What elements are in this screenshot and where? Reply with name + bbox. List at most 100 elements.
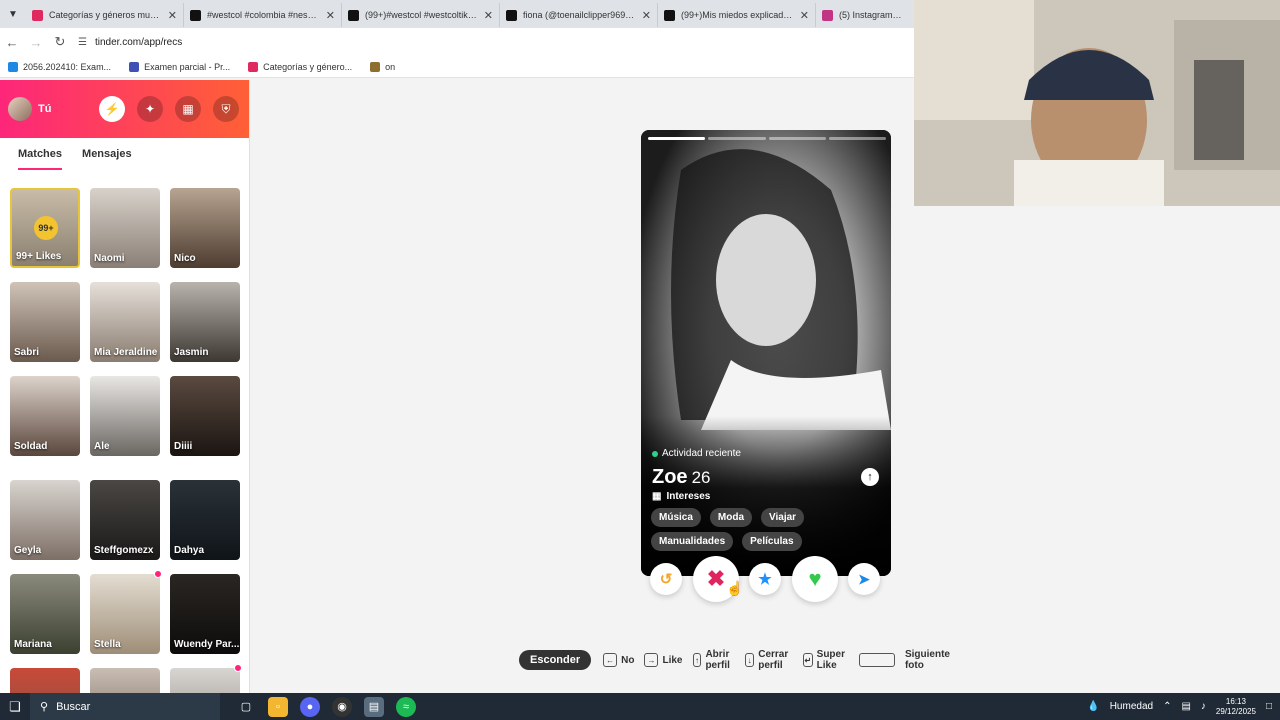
browser-tab[interactable]: fiona (@toenailclipper9696) | TikTok ✕ (500, 3, 658, 27)
send-boost-button[interactable]: ➤ (848, 563, 880, 595)
network-icon[interactable]: ▤ (1181, 701, 1190, 712)
bookmark-label: on (385, 61, 396, 72)
match-card[interactable]: Jasmin (170, 282, 240, 362)
hide-shortcuts-button[interactable]: Esconder (519, 650, 592, 670)
address-bar: ← → ↻ ☰ tinder.com/app/recs (0, 28, 914, 56)
tab-title: (99+)Mis miedos explicados a (681, 10, 794, 20)
close-tab-icon[interactable]: ✕ (168, 9, 177, 22)
close-tab-icon[interactable]: ✕ (800, 9, 809, 22)
notification-icon[interactable]: □ (1266, 701, 1272, 712)
match-card[interactable] (90, 668, 160, 693)
match-name: Stella (94, 639, 121, 650)
match-card[interactable]: Mariana (10, 574, 80, 654)
site-info-icon[interactable]: ☰ (78, 37, 87, 48)
profile-name[interactable]: Tú (38, 103, 51, 115)
match-name: Naomi (94, 253, 125, 264)
super-like-button[interactable]: ★ (749, 563, 781, 595)
bookmarks-bar: 2056.202410: Exam... Examen parcial - Pr… (0, 56, 914, 78)
match-card[interactable]: Dahya (170, 480, 240, 560)
match-card[interactable]: Geyla (10, 480, 80, 560)
match-name: Diiii (174, 441, 193, 452)
discord-icon[interactable]: ● (300, 696, 320, 717)
match-card[interactable]: Soldad (10, 376, 80, 456)
close-tab-icon[interactable]: ✕ (484, 9, 493, 22)
briefcase-icon[interactable]: ▦ (175, 96, 201, 122)
match-card[interactable] (170, 664, 242, 693)
search-placeholder: Buscar (56, 700, 91, 713)
tab-search-icon[interactable]: ▼ (0, 0, 26, 28)
volume-icon[interactable]: ♪ (1201, 701, 1206, 712)
match-card[interactable]: Stella (90, 570, 162, 654)
bookmark-icon (370, 61, 381, 72)
boost-lightning-icon[interactable]: ⚡ (99, 96, 125, 122)
browser-tab[interactable]: (5) Instagram • Mensajes (816, 3, 910, 27)
match-name: Mariana (14, 639, 52, 650)
close-tab-icon[interactable]: ✕ (326, 9, 335, 22)
interest-chip: Viajar (761, 508, 805, 527)
file-explorer-icon[interactable]: ▫ (268, 696, 288, 717)
match-card[interactable]: Diiii (170, 376, 240, 456)
like-button[interactable]: ♥ (792, 556, 838, 602)
tiktok-favicon (348, 9, 359, 21)
match-card[interactable]: Mia Jeraldine (90, 282, 160, 362)
profile-name-line: Zoe 26 (652, 466, 710, 489)
photo-bar[interactable] (648, 137, 706, 140)
bookmark-label: Examen parcial - Pr... (144, 61, 231, 72)
photo-bar[interactable] (708, 137, 766, 140)
interest-chip: Manualidades (651, 532, 734, 551)
profile-card[interactable]: Actividad reciente Zoe 26 ↑ ▦ Intereses Mú… (641, 130, 891, 576)
rewind-icon: ↺ (659, 571, 673, 588)
system-tray: 💧 Humedad ⌃ ▤ ♪ 16:13 29/12/2025 □ (1087, 697, 1280, 717)
match-card[interactable]: Naomi (90, 188, 160, 268)
profile-name: Zoe (652, 466, 688, 488)
browser-tab[interactable]: (99+)#westcol #westcoltiktoker ✕ (342, 3, 500, 27)
keyboard-shortcuts-bar: Esconder ← No → Like ↑ Abrir perfil ↓ Cerrar… (519, 649, 968, 671)
weather-label[interactable]: Humedad (1110, 701, 1153, 712)
back-arrow-icon[interactable]: ← (0, 35, 24, 50)
reload-icon[interactable]: ↻ (48, 34, 72, 50)
clock[interactable]: 16:13 29/12/2025 (1216, 697, 1256, 717)
match-card[interactable]: Ale (90, 376, 160, 456)
bookmark[interactable]: Categorías y género... (248, 61, 352, 72)
close-tab-icon[interactable]: ✕ (642, 9, 651, 22)
browser-tab[interactable]: #westcol #colombia #ness | TikTok ✕ (184, 3, 342, 27)
sidebar-header: Tú ⚡ ✦ ▦ ⛨ (0, 80, 249, 138)
tray-chevron-icon[interactable]: ⌃ (1163, 701, 1171, 712)
heart-icon: ♥ (808, 566, 822, 591)
photo-progress (648, 137, 886, 140)
shortcut-label: Siguiente foto (904, 649, 950, 671)
tab-matches[interactable]: Matches (18, 148, 63, 170)
url-field[interactable]: tinder.com/app/recs (95, 37, 182, 48)
match-card[interactable]: Sabri (10, 282, 80, 362)
rewind-button[interactable]: ↺ (650, 563, 682, 595)
photo-bar[interactable] (828, 137, 886, 140)
photo-bar[interactable] (768, 137, 826, 140)
spacebar-key-icon (859, 653, 895, 667)
safety-shield-icon[interactable]: ⛨ (213, 96, 239, 122)
interests-grid-icon: ▦ (652, 491, 662, 502)
notepad-icon[interactable]: ▤ (364, 696, 384, 717)
match-card[interactable]: Nico (170, 188, 240, 268)
open-profile-arrow-icon[interactable]: ↑ (861, 468, 879, 486)
likes-card[interactable]: 99+ 99+ Likes (10, 188, 80, 268)
task-view-icon[interactable]: ▢ (236, 697, 256, 717)
taskbar-search[interactable]: ⚲ Buscar (30, 693, 220, 720)
avatar[interactable] (8, 97, 32, 121)
browser-tab[interactable]: Categorías y géneros musicales ✕ (26, 3, 184, 27)
up-arrow-key-icon: ↑ (692, 653, 702, 667)
match-card[interactable] (10, 668, 80, 693)
obs-icon[interactable]: ◉ (332, 696, 352, 717)
windows-start-icon[interactable]: ❏ (0, 699, 30, 715)
activity-label: Actividad reciente (662, 448, 741, 459)
bookmark[interactable]: 2056.202410: Exam... (8, 61, 111, 72)
match-card[interactable]: Wuendy Par... (170, 574, 240, 654)
explore-compass-icon[interactable]: ✦ (137, 96, 163, 122)
tab-messages[interactable]: Mensajes (82, 148, 132, 170)
spotify-icon[interactable]: ≈ (396, 696, 416, 717)
forward-arrow-icon[interactable]: → (24, 35, 48, 50)
browser-tab[interactable]: (99+)Mis miedos explicados a ✕ (658, 3, 816, 27)
bookmark[interactable]: on (370, 61, 396, 72)
match-card[interactable]: Steffgomezx (90, 480, 160, 560)
browser-tab-strip: ▼ Categorías y géneros musicales ✕ #west… (0, 0, 914, 28)
bookmark[interactable]: Examen parcial - Pr... (129, 61, 231, 72)
